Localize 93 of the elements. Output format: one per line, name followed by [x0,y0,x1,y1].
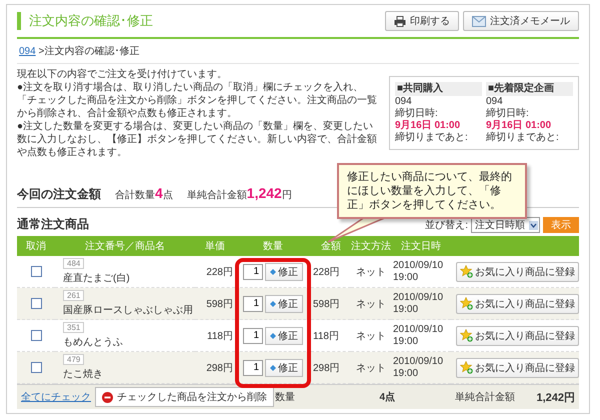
column-header: 取消 [17,236,55,256]
add-favorite-button[interactable]: お気に入り商品に登録 [456,358,579,378]
column-header: 注文日時 [391,236,451,256]
deadline-value: 9月16日 01:00 [486,120,552,132]
item-number-tag: 261 [63,290,84,301]
quantity-field[interactable]: 1 [243,264,263,280]
fix-button[interactable]: 修正 [265,294,303,312]
column-header: 数量 [235,236,311,256]
order-method: ネット [356,266,386,278]
order-time: 19:00 [393,304,418,316]
fix-button[interactable]: 修正 [265,358,303,376]
diamond-icon [270,364,276,370]
cancel-checkbox[interactable] [30,266,42,277]
total-amount: 単純合計金額1,242円 [186,185,292,202]
quantity-field[interactable]: 1 [243,296,263,312]
quantity-field[interactable]: 1 [243,360,263,376]
amount: 118円 [313,330,339,342]
deadline-label: 締切日時: [486,108,530,120]
deadline-label: 締切日時: [395,108,439,120]
notice-text: 現在以下の内容でご注文を受け付けています。 [17,68,228,81]
notice-text: ●注文を取り消す場合は、取り消したい商品の「取消」欄にチェックを入れ、「チェックした商品を注文から削除」ボタンを押してください。注文商品の一覧から削除され、合計金額や点数も修正されます。 [17,81,378,120]
unit-price: 118円 [207,330,233,342]
no-entry-icon [102,392,113,402]
add-favorite-button[interactable]: お気に入り商品に登録 [456,262,579,282]
delete-checked-button[interactable]: チェックした商品を注文から削除 [95,387,274,407]
diamond-icon [270,300,276,306]
order-time: 19:00 [393,272,418,284]
sort-label: 並び替え: [425,218,468,232]
column-header: 注文方法 [351,236,391,256]
column-header: 注文番号／商品名 [55,236,195,256]
sort-dropdown[interactable]: 注文日時順 [471,217,540,233]
section-title: 通常注文商品 [17,216,89,233]
add-favorite-button[interactable]: お気に入り商品に登録 [456,294,579,314]
star-plus-icon [460,265,473,278]
add-favorite-button[interactable]: お気に入り商品に登録 [456,326,579,346]
breadcrumb-current: >注文内容の確認･修正 [38,46,140,57]
info-heading: ■先着限定企画 [486,82,573,96]
cancel-checkbox[interactable] [30,298,42,309]
product-name: もめんとうふ [63,336,123,349]
order-method: ネット [356,330,386,342]
notice-text: ●注文した数量を変更する場合は、変更したい商品の「数量」欄を、変更したい数に入力しなおし、【修正】ボタンを押してください。新しい内容で、合計金額や点数も修正されます。 [17,120,378,159]
unit-price: 228円 [206,266,233,278]
page-title: 注文内容の確認･修正 [17,12,153,30]
cancel-checkbox[interactable] [30,330,42,341]
quantity-field[interactable]: 1 [243,328,263,344]
product-name: 産直たまご(白) [63,272,130,285]
print-button[interactable]: 印刷する [385,11,459,31]
footer-quantity: 4点 [378,390,395,404]
cancel-checkbox[interactable] [30,362,42,373]
remaining-label: 締切りまであと: [486,132,560,144]
unit-price: 298円 [206,362,233,374]
info-heading: ■共同購入 [395,82,482,96]
product-name: 国産豚ロースしゃぶしゃぶ用 [63,304,193,317]
order-method: ネット [356,298,386,310]
amount: 298円 [313,362,340,374]
item-number-tag: 479 [63,354,84,365]
order-date: 2010/09/10 [393,260,444,272]
diamond-icon [270,268,276,274]
item-number-tag: 351 [63,322,84,333]
amount: 228円 [313,266,340,278]
order-method: ネット [356,362,386,374]
star-plus-icon [460,297,473,310]
info-number: 094 [395,96,413,108]
amount: 598円 [313,298,340,310]
envelope-icon [472,16,486,26]
column-header: 単価 [195,236,235,256]
breadcrumb-link[interactable]: 094 [19,46,36,57]
check-all-link[interactable]: 全てにチェック [21,390,95,404]
order-date: 2010/09/10 [393,356,444,368]
fix-button[interactable]: 修正 [265,326,303,344]
product-name: たこ焼き [63,368,103,381]
remaining-label: 締切りまであと: [395,132,469,144]
footer-total-label: 単純合計金額 [454,390,515,404]
order-time: 19:00 [393,368,418,380]
mail-button[interactable]: 注文済メモメール [463,11,579,31]
info-number: 094 [486,96,504,108]
printer-icon [394,16,406,26]
order-time: 19:00 [393,336,418,348]
column-header: 金額 [311,236,351,256]
summary-title: 今回の注文金額 [17,186,101,203]
star-plus-icon [460,329,473,342]
caret-icon [529,220,538,230]
order-date: 2010/09/10 [393,292,444,304]
unit-price: 598円 [206,298,233,310]
footer-total: 1,242円 [535,390,575,404]
deadline-value: 9月16日 01:00 [395,120,462,132]
item-number-tag: 484 [63,258,84,269]
total-quantity: 合計数量4点 [115,185,173,202]
fix-button[interactable]: 修正 [265,262,303,280]
diamond-icon [270,332,276,338]
footer-quantity-label: 数量 [275,391,296,404]
star-plus-icon [460,361,473,374]
order-date: 2010/09/10 [393,324,444,336]
